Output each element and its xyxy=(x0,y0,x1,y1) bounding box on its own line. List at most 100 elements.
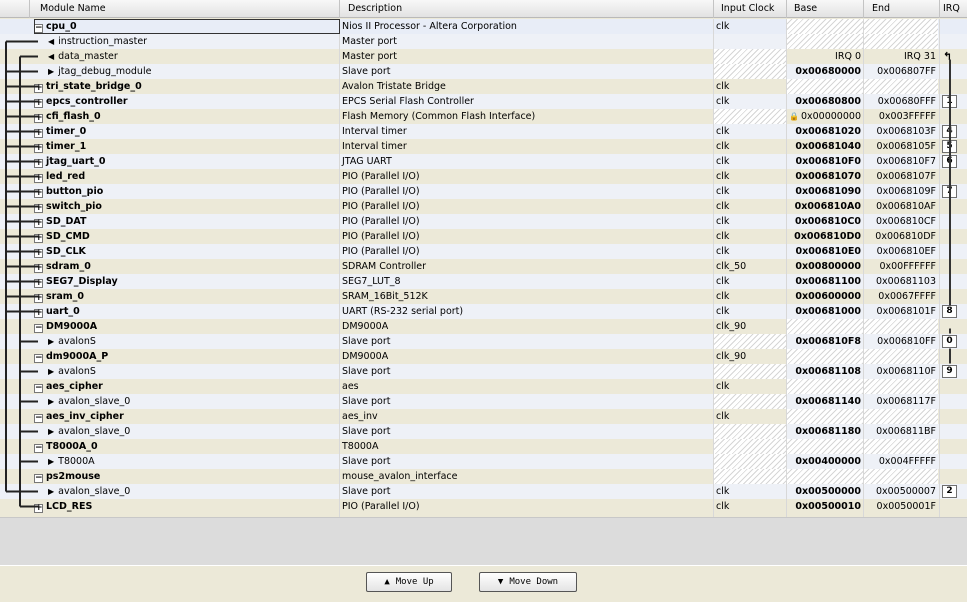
table-row[interactable]: + jtag_uart_0 JTAG UART clk 0x006810F0 0x0068… xyxy=(0,154,967,169)
table-row[interactable]: ▶ avalon_slave_0 Slave port 0x00681180 0x006… xyxy=(0,424,967,439)
irq-cell[interactable] xyxy=(940,244,967,259)
input-clock-cell[interactable]: clk xyxy=(714,379,786,394)
module-name-cell[interactable]: + SD_CLK xyxy=(30,244,338,259)
module-name-cell[interactable]: + SEG7_Display xyxy=(30,274,338,289)
table-row[interactable]: + uart_0 UART (RS-232 serial port) clk 0x006… xyxy=(0,304,967,319)
end-address-cell[interactable]: 0x006807FF xyxy=(864,64,938,79)
input-clock-cell[interactable]: clk xyxy=(714,214,786,229)
table-row[interactable]: ▶ avalonS Slave port 0x006810F8 0x006810FF 0 xyxy=(0,334,967,349)
module-name-cell[interactable]: − dm9000A_P xyxy=(30,349,338,364)
table-row[interactable]: − aes_cipher aes clk xyxy=(0,379,967,394)
port-name-cell[interactable]: ◀ instruction_master xyxy=(30,34,338,49)
port-name-cell[interactable]: ▶ avalonS xyxy=(30,364,338,379)
module-name-cell[interactable]: + epcs_controller xyxy=(30,94,338,109)
header-input-clock[interactable]: Input Clock xyxy=(714,0,787,18)
irq-number-box[interactable]: 2 xyxy=(942,485,957,498)
module-name-cell[interactable]: + button_pio xyxy=(30,184,338,199)
irq-cell[interactable] xyxy=(940,19,967,34)
table-row[interactable]: + tri_state_bridge_0 Avalon Tristate Bridg… xyxy=(0,79,967,94)
table-row[interactable]: + SD_CLK PIO (Parallel I/O) clk 0x006810E0 0x… xyxy=(0,244,967,259)
table-row[interactable]: + timer_0 Interval timer clk 0x00681020 0x006… xyxy=(0,124,967,139)
end-address-cell[interactable] xyxy=(864,409,938,424)
base-address-cell[interactable]: 0x00681140 xyxy=(787,394,863,409)
irq-number-box[interactable]: 4 xyxy=(942,125,957,138)
base-address-cell[interactable]: 🔒 0x00000000 xyxy=(787,109,863,124)
input-clock-cell[interactable]: clk xyxy=(714,289,786,304)
base-address-cell[interactable]: 0x006810A0 xyxy=(787,199,863,214)
irq-cell[interactable]: 0 xyxy=(940,334,967,349)
base-address-cell[interactable]: 0x00681100 xyxy=(787,274,863,289)
module-name-cell[interactable]: + cfi_flash_0 xyxy=(30,109,338,124)
input-clock-cell[interactable] xyxy=(714,334,786,349)
input-clock-cell[interactable]: clk xyxy=(714,229,786,244)
irq-cell[interactable] xyxy=(940,214,967,229)
table-row[interactable]: − dm9000A_P DM9000A clk_90 xyxy=(0,349,967,364)
header-description[interactable]: Description xyxy=(340,0,714,18)
end-address-cell[interactable]: 0x003FFFFF xyxy=(864,109,938,124)
end-address-cell[interactable] xyxy=(864,319,938,334)
irq-cell[interactable] xyxy=(940,64,967,79)
irq-cell[interactable] xyxy=(940,289,967,304)
input-clock-cell[interactable] xyxy=(714,394,786,409)
table-row[interactable]: ◀ data_master Master port IRQ 0 IRQ 31 ↰ xyxy=(0,49,967,64)
irq-number-box[interactable]: 7 xyxy=(942,185,957,198)
end-address-cell[interactable]: 0x00681103 xyxy=(864,274,938,289)
input-clock-cell[interactable]: clk xyxy=(714,79,786,94)
input-clock-cell[interactable]: clk xyxy=(714,124,786,139)
base-address-cell[interactable] xyxy=(787,379,863,394)
irq-cell[interactable] xyxy=(940,379,967,394)
table-row[interactable]: ▶ avalonS Slave port 0x00681108 0x0068110F 9 xyxy=(0,364,967,379)
input-clock-cell[interactable] xyxy=(714,34,786,49)
irq-cell[interactable] xyxy=(940,34,967,49)
base-address-cell[interactable] xyxy=(787,19,863,34)
module-name-cell[interactable]: + led_red xyxy=(30,169,338,184)
input-clock-cell[interactable] xyxy=(714,469,786,484)
irq-cell[interactable] xyxy=(940,424,967,439)
input-clock-cell[interactable] xyxy=(714,64,786,79)
module-name-cell[interactable]: − T8000A_0 xyxy=(30,439,338,454)
base-address-cell[interactable]: 0x00500010 xyxy=(787,499,863,514)
module-name-cell[interactable]: + SD_DAT xyxy=(30,214,338,229)
base-address-cell[interactable] xyxy=(787,34,863,49)
input-clock-cell[interactable]: clk xyxy=(714,484,786,499)
module-name-cell[interactable]: + timer_0 xyxy=(30,124,338,139)
input-clock-cell[interactable] xyxy=(714,49,786,64)
input-clock-cell[interactable]: clk xyxy=(714,244,786,259)
irq-number-box[interactable]: 0 xyxy=(942,335,957,348)
end-address-cell[interactable]: 0x0068107F xyxy=(864,169,938,184)
irq-cell[interactable] xyxy=(940,439,967,454)
module-name-cell[interactable]: + sram_0 xyxy=(30,289,338,304)
irq-cell[interactable]: 9 xyxy=(940,364,967,379)
base-address-cell[interactable]: 0x006810F0 xyxy=(787,154,863,169)
base-address-cell[interactable]: 0x00681000 xyxy=(787,304,863,319)
module-name-cell[interactable]: + jtag_uart_0 xyxy=(30,154,338,169)
irq-cell[interactable] xyxy=(940,409,967,424)
irq-cell[interactable] xyxy=(940,454,967,469)
table-row[interactable]: + LCD_RES PIO (Parallel I/O) clk 0x00500010 0… xyxy=(0,499,967,514)
input-clock-cell[interactable]: clk xyxy=(714,94,786,109)
table-row[interactable]: + sram_0 SRAM_16Bit_512K clk 0x00600000 0x006… xyxy=(0,289,967,304)
input-clock-cell[interactable]: clk xyxy=(714,199,786,214)
end-address-cell[interactable]: 0x006810CF xyxy=(864,214,938,229)
module-name-cell[interactable]: + tri_state_bridge_0 xyxy=(30,79,338,94)
end-address-cell[interactable] xyxy=(864,19,938,34)
irq-cell[interactable] xyxy=(940,394,967,409)
port-name-cell[interactable]: ▶ avalonS xyxy=(30,334,338,349)
module-name-cell[interactable]: − DM9000A xyxy=(30,319,338,334)
end-address-cell[interactable]: 0x00680FFF xyxy=(864,94,938,109)
input-clock-cell[interactable]: clk_90 xyxy=(714,319,786,334)
table-row[interactable]: + SD_CMD PIO (Parallel I/O) clk 0x006810D0 0x… xyxy=(0,229,967,244)
input-clock-cell[interactable] xyxy=(714,454,786,469)
table-row[interactable]: + led_red PIO (Parallel I/O) clk 0x00681070 0… xyxy=(0,169,967,184)
end-address-cell[interactable]: 0x006810AF xyxy=(864,199,938,214)
table-row[interactable]: − DM9000A DM9000A clk_90 xyxy=(0,319,967,334)
base-address-cell[interactable]: 0x00800000 xyxy=(787,259,863,274)
end-address-cell[interactable]: 0x0050001F xyxy=(864,499,938,514)
irq-cell[interactable]: 7 xyxy=(940,184,967,199)
end-address-cell[interactable]: 0x006810FF xyxy=(864,334,938,349)
end-address-cell[interactable]: IRQ 31 xyxy=(864,49,938,64)
end-address-cell[interactable]: 0x004FFFFF xyxy=(864,454,938,469)
input-clock-cell[interactable]: clk xyxy=(714,499,786,514)
module-name-cell[interactable]: + timer_1 xyxy=(30,139,338,154)
header-irq[interactable]: IRQ xyxy=(940,0,967,18)
